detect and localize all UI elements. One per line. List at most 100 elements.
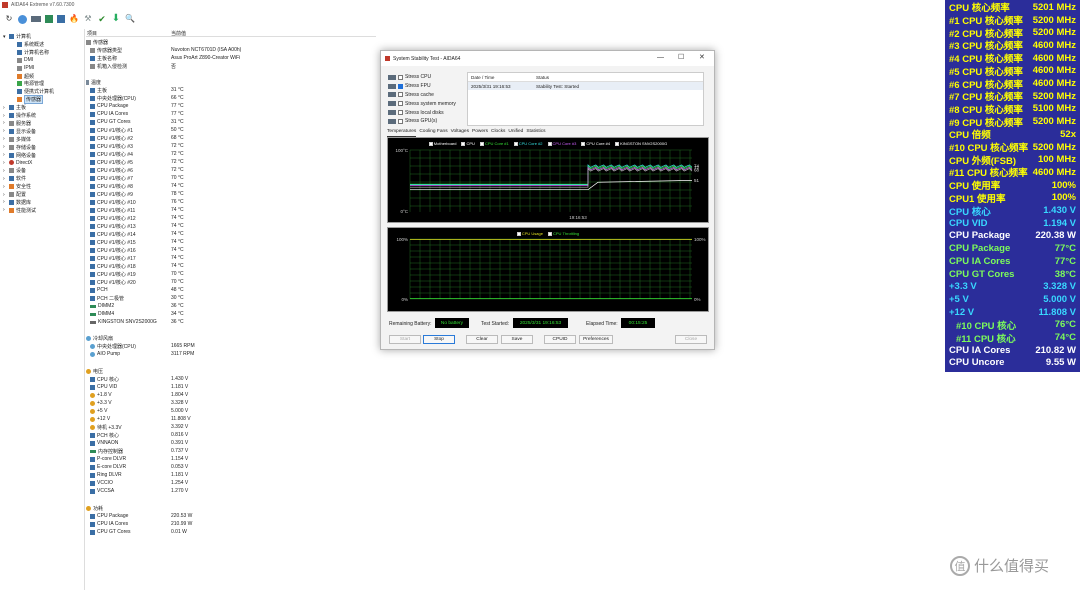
- sensor-row[interactable]: DIMM2 36 °C: [86, 303, 376, 310]
- sensor-row[interactable]: CPU #1/核心 #8 74 °C: [86, 183, 376, 190]
- fire-icon[interactable]: 🔥: [69, 14, 79, 24]
- stress-option[interactable]: Stress CPU: [388, 73, 466, 82]
- tree-expander-icon[interactable]: ›: [3, 192, 7, 198]
- stop-button[interactable]: Stop: [423, 335, 455, 344]
- download-icon[interactable]: ⬇: [111, 14, 121, 24]
- tree-item[interactable]: › 显示设备: [3, 128, 36, 135]
- stress-checkbox[interactable]: [398, 118, 403, 124]
- sensor-row[interactable]: CPU #1/核心 #18 74 °C: [86, 263, 376, 270]
- stress-checkbox[interactable]: [398, 101, 403, 107]
- log-col-status[interactable]: Status: [536, 75, 549, 80]
- sensor-row[interactable]: CPU IA Cores 77 °C: [86, 111, 376, 118]
- stress-option[interactable]: Stress local disks: [388, 108, 466, 117]
- sensor-row[interactable]: 主板 31 °C: [86, 87, 376, 94]
- sensor-row[interactable]: +12 V 11.808 V: [86, 416, 376, 423]
- maximize-button[interactable]: ☐: [678, 54, 684, 61]
- legend-checkbox[interactable]: [581, 141, 586, 146]
- user-icon[interactable]: [18, 14, 27, 24]
- tree-item[interactable]: 计算机名称: [11, 49, 49, 56]
- tree-expander-icon[interactable]: ›: [3, 144, 7, 150]
- log-col-date[interactable]: Date / Time: [471, 75, 495, 80]
- stress-checkbox[interactable]: [398, 74, 403, 80]
- stress-checkbox[interactable]: [398, 92, 403, 98]
- sensor-row[interactable]: CPU VID 1.181 V: [86, 384, 376, 391]
- legend-item[interactable]: CPU Core #2: [513, 141, 543, 146]
- tree-item[interactable]: › 性能测试: [3, 207, 36, 214]
- sensor-row[interactable]: CPU #1/核心 #3 72 °C: [86, 143, 376, 150]
- tab-cooling-fans[interactable]: Cooling Fans: [419, 129, 447, 137]
- sensor-row[interactable]: CPU #1/核心 #14 74 °C: [86, 231, 376, 238]
- legend-item[interactable]: CPU: [461, 141, 475, 146]
- sensor-row[interactable]: P-core DLVR 1.154 V: [86, 456, 376, 463]
- section-header[interactable]: 功耗: [86, 505, 376, 512]
- sensor-row[interactable]: CPU #1/核心 #9 78 °C: [86, 191, 376, 198]
- tree-item[interactable]: ▾ 计算机: [3, 33, 31, 41]
- sensor-row[interactable]: VCCSA 1.270 V: [86, 488, 376, 495]
- sensor-row[interactable]: AIO Pump 3117 RPM: [86, 351, 376, 358]
- column-header-value[interactable]: 当前值: [171, 30, 186, 37]
- tree-expander-icon[interactable]: ›: [3, 168, 7, 174]
- tab-powers[interactable]: Powers: [472, 129, 488, 137]
- tree-expander-icon[interactable]: ›: [3, 199, 7, 205]
- sensor-row[interactable]: CPU GT Cores 0.01 W: [86, 529, 376, 536]
- sensor-row[interactable]: VNNAON 0.391 V: [86, 440, 376, 447]
- tree-expander-icon[interactable]: ›: [3, 128, 7, 134]
- sensor-row[interactable]: CPU #1/核心 #10 76 °C: [86, 199, 376, 206]
- sensor-row[interactable]: CPU #1/核心 #20 70 °C: [86, 279, 376, 286]
- tree-expander-icon[interactable]: ›: [3, 152, 7, 158]
- sensor-row[interactable]: CPU #1/核心 #6 72 °C: [86, 167, 376, 174]
- section-header[interactable]: 电压: [86, 368, 376, 375]
- sensor-row[interactable]: CPU #1/核心 #13 74 °C: [86, 223, 376, 230]
- refresh-icon[interactable]: ↻: [4, 14, 14, 24]
- tab-statistics[interactable]: Statistics: [526, 129, 545, 137]
- tree-item[interactable]: › 设备: [3, 167, 26, 175]
- start-button[interactable]: Start: [389, 335, 421, 344]
- sensor-row[interactable]: E-core DLVR 0.053 V: [86, 464, 376, 471]
- sensor-row[interactable]: CPU #1/核心 #17 74 °C: [86, 255, 376, 262]
- tree-item[interactable]: › 操作系统: [3, 112, 36, 120]
- sensor-row[interactable]: CPU #1/核心 #19 70 °C: [86, 271, 376, 278]
- tab-voltages[interactable]: Voltages: [451, 129, 469, 137]
- sensor-row[interactable]: PCH 二极管 30 °C: [86, 295, 376, 302]
- stress-option[interactable]: Stress FPU: [388, 82, 466, 91]
- tab-clocks[interactable]: Clocks: [491, 129, 505, 137]
- tree-item[interactable]: › 主板: [3, 104, 26, 112]
- legend-checkbox[interactable]: [428, 141, 433, 146]
- sensor-row[interactable]: VCCIO 1.254 V: [86, 480, 376, 487]
- legend-item[interactable]: Motherboard: [428, 141, 456, 146]
- sensor-row[interactable]: CPU #1/核心 #4 72 °C: [86, 151, 376, 158]
- legend-item[interactable]: CPU Core #1: [479, 141, 509, 146]
- sensor-row[interactable]: 待机 +3.3V 3.392 V: [86, 424, 376, 431]
- tree-item[interactable]: 超频: [11, 73, 34, 80]
- legend-checkbox[interactable]: [513, 141, 518, 146]
- sensor-row[interactable]: CPU #1/核心 #1 50 °C: [86, 127, 376, 134]
- save-button[interactable]: Save: [501, 335, 533, 344]
- sensor-row[interactable]: CPU Package 220.53 W: [86, 513, 376, 520]
- tab-temperatures[interactable]: Temperatures: [387, 129, 417, 137]
- tree-item[interactable]: 传感器: [11, 95, 44, 105]
- sensor-row[interactable]: DIMM4 34 °C: [86, 311, 376, 318]
- sensor-row[interactable]: CPU #1/核心 #5 72 °C: [86, 159, 376, 166]
- tree-expander-icon[interactable]: ›: [3, 160, 7, 166]
- tree-expander-icon[interactable]: ▾: [3, 34, 7, 40]
- sensor-row[interactable]: PCH 48 °C: [86, 287, 376, 294]
- sensor-row[interactable]: PCH 核心 0.816 V: [86, 432, 376, 439]
- sensor-row[interactable]: CPU 核心 1.430 V: [86, 376, 376, 383]
- tree-expander-icon[interactable]: ›: [3, 176, 7, 182]
- sensor-row[interactable]: CPU #1/核心 #12 74 °C: [86, 215, 376, 222]
- tree-expander-icon[interactable]: ›: [3, 184, 7, 190]
- clear-button[interactable]: Clear: [466, 335, 498, 344]
- ok-icon[interactable]: ✔: [97, 14, 107, 24]
- sensor-row[interactable]: 主板名称 Asus ProArt Z890-Creator WiFi: [86, 55, 376, 62]
- sensor-row[interactable]: 中央处理器(CPU) 66 °C: [86, 95, 376, 102]
- status-log[interactable]: Date / Time Status 2025/3/31 19:16:53 St…: [467, 72, 704, 126]
- stress-option[interactable]: Stress system memory: [388, 99, 466, 108]
- tree-expander-icon[interactable]: ›: [3, 105, 7, 111]
- sensor-row[interactable]: CPU #1/核心 #2 68 °C: [86, 135, 376, 142]
- tree-item[interactable]: IPMI: [11, 65, 34, 72]
- tab-unified[interactable]: Unified: [508, 129, 523, 137]
- sensor-row[interactable]: CPU GT Cores 31 °C: [86, 119, 376, 126]
- tree-expander-icon[interactable]: ›: [3, 120, 7, 126]
- section-header[interactable]: 温度: [86, 79, 376, 86]
- tree-item[interactable]: › 多媒体: [3, 136, 31, 143]
